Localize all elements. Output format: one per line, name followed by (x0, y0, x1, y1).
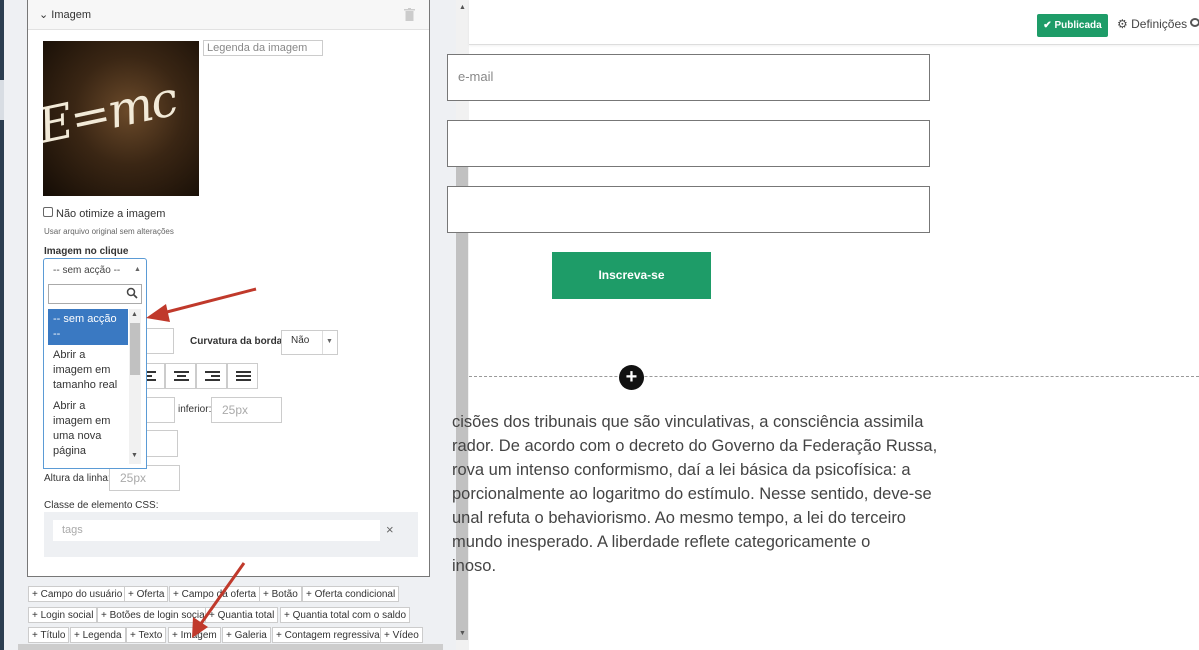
caret-up-icon: ▲ (134, 266, 141, 273)
add-gallery-button[interactable]: + Galeria (222, 627, 271, 643)
add-section-icon[interactable]: + (619, 365, 644, 390)
scroll-up-icon[interactable]: ▲ (131, 311, 138, 318)
add-social-login-buttons-button[interactable]: + Botões de login social (97, 607, 211, 623)
thumbnail-text: E=mc (43, 71, 181, 155)
align-center-button[interactable] (165, 363, 196, 389)
add-conditional-offer-button[interactable]: + Oferta condicional (302, 586, 400, 602)
padding-bottom-label: inferior: (178, 404, 212, 415)
form-field-2[interactable] (447, 120, 930, 167)
add-image-button[interactable]: + Imagem (168, 627, 221, 643)
trash-icon[interactable] (404, 8, 415, 21)
add-social-login-button[interactable]: + Login social (28, 607, 98, 623)
form-field-3[interactable] (447, 186, 930, 233)
alignment-group (134, 363, 259, 389)
css-tags-input[interactable]: tags (53, 520, 380, 541)
caret-down-icon: ▼ (326, 338, 333, 345)
css-class-label: Classe de elemento CSS: (44, 500, 159, 511)
horizontal-scrollbar[interactable] (18, 644, 443, 650)
optimize-label: Não otimize a imagem (56, 208, 166, 220)
click-action-value: -- sem acção -- (53, 265, 121, 276)
gear-icon: ⚙ (1117, 17, 1128, 31)
settings-button[interactable]: ⚙ Definições (1117, 17, 1187, 31)
border-radius-label: Curvatura da borda: (190, 336, 286, 347)
border-radius-value: Não (291, 335, 310, 346)
check-icon: ✔ (1043, 20, 1052, 31)
add-title-button[interactable]: + Título (28, 627, 70, 643)
add-countdown-button[interactable]: + Contagem regressiva (272, 627, 384, 643)
subscribe-button[interactable]: Inscreva-se (552, 252, 711, 299)
add-total-with-balance-button[interactable]: + Quantia total com o saldo (280, 607, 411, 623)
section-title-label: Imagem (51, 9, 92, 21)
select-separator (322, 331, 323, 354)
click-action-label: Imagem no clique (44, 246, 129, 257)
optimize-hint: Usar arquivo original sem alterações (44, 227, 174, 236)
add-user-field-button[interactable]: + Campo do usuário (28, 586, 127, 602)
email-field[interactable] (447, 54, 930, 101)
image-thumbnail[interactable]: E=mc (43, 41, 199, 196)
padding-bottom-input[interactable]: 25px (211, 397, 282, 423)
add-video-button[interactable]: + Vídeo (380, 627, 423, 643)
scroll-down-icon[interactable]: ▼ (459, 630, 466, 637)
email-placeholder: e-mail (458, 69, 494, 84)
published-button[interactable]: ✔ Publicada (1037, 14, 1108, 37)
scroll-up-icon[interactable]: ▲ (459, 4, 466, 11)
section-title[interactable]: ⌄ Imagem (39, 8, 91, 21)
search-icon (126, 287, 138, 299)
add-offer-field-button[interactable]: + Campo da oferta (169, 586, 261, 602)
padding-top-input[interactable] (146, 397, 175, 423)
line-height-label: Altura da linha: (44, 473, 111, 484)
width-input[interactable] (146, 328, 174, 354)
font-size-input[interactable] (146, 430, 178, 457)
body-paragraph: cisões dos tribunais que são vinculativa… (452, 413, 938, 575)
add-total-amount-button[interactable]: + Quantia total (205, 607, 279, 623)
add-caption-button[interactable]: + Legenda (70, 627, 126, 643)
dropdown-option[interactable]: -- sem acção -- (48, 309, 128, 345)
align-right-button[interactable] (196, 363, 227, 389)
clear-icon[interactable]: × (386, 522, 394, 537)
scroll-down-icon[interactable]: ▼ (131, 452, 138, 459)
published-label: Publicada (1054, 20, 1102, 31)
add-offer-button[interactable]: + Oferta (124, 586, 169, 602)
section-divider (469, 376, 1199, 377)
eye-icon[interactable] (1190, 18, 1199, 27)
add-button-button[interactable]: + Botão (259, 586, 302, 602)
dropdown-options: -- sem acção -- Abrir a imagem em tamanh… (48, 309, 128, 464)
caption-input[interactable]: Legenda da imagem (203, 40, 323, 56)
dropdown-option[interactable]: Abrir a imagem em tamanho real (48, 345, 128, 396)
optimize-checkbox[interactable] (43, 207, 53, 217)
add-text-button[interactable]: + Texto (126, 627, 167, 643)
chevron-down-icon: ⌄ (39, 9, 49, 21)
dropdown-option[interactable]: Abrir a imagem em uma nova página (48, 396, 128, 462)
align-justify-button[interactable] (227, 363, 258, 389)
dropdown-scroll-thumb[interactable] (130, 323, 140, 375)
settings-label: Definições (1131, 17, 1188, 31)
